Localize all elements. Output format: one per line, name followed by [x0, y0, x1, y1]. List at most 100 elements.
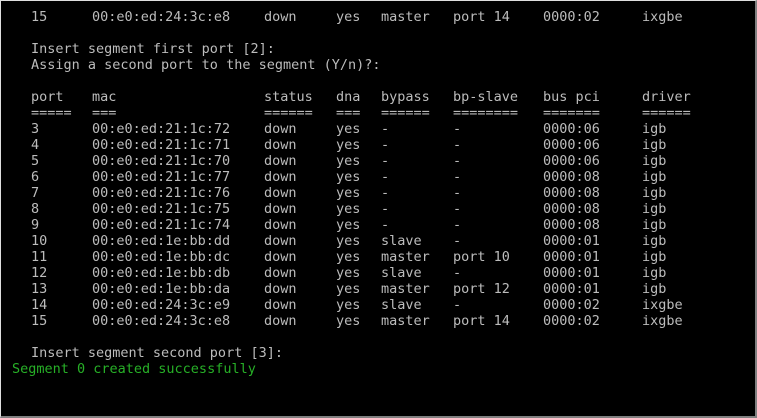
row-bp-slave: port 14 [453, 9, 510, 25]
header-bus-pci: bus pci [543, 89, 600, 105]
row-dna: yes [336, 313, 361, 329]
row-bus-pci: 0000:01 [543, 281, 600, 297]
header-status: status [264, 89, 313, 105]
row-status: down [264, 137, 297, 153]
row-status: down [264, 265, 297, 281]
assign-second-port-text: Assign a second port to the segment (Y/n… [31, 57, 381, 73]
row-status: down [264, 185, 297, 201]
row-bypass: - [381, 201, 390, 217]
terminal-screen[interactable]: 15 00:e0:ed:24:3c:e8 down yes master por… [1, 1, 756, 417]
port-table-row: 10 00:e0:ed:1e:bb:dd down yes slave - 00… [1, 233, 756, 249]
port-table-row: 15 00:e0:ed:24:3c:e8 down yes master por… [1, 313, 756, 329]
row-driver: ixgbe [642, 9, 683, 25]
row-bp-slave: - [453, 265, 462, 281]
row-status: down [264, 233, 297, 249]
row-status: down [264, 9, 297, 25]
row-port: 15 [31, 9, 48, 25]
underline-bus-pci: ======= [543, 105, 600, 121]
row-dna: yes [336, 169, 361, 185]
row-port: 5 [31, 153, 40, 169]
row-status: down [264, 217, 297, 233]
row-bypass: - [381, 185, 390, 201]
row-port: 14 [31, 297, 48, 313]
port-table-row: 7 00:e0:ed:21:1c:76 down yes - - 0000:08… [1, 185, 756, 201]
row-driver: igb [642, 233, 667, 249]
row-port: 6 [31, 169, 40, 185]
row-mac: 00:e0:ed:1e:bb:db [92, 265, 231, 281]
row-status: down [264, 169, 297, 185]
table-header: port mac status dna bypass bp-slave bus … [1, 89, 756, 105]
underline-port: ===== [31, 105, 72, 121]
row-bypass: slave [381, 297, 422, 313]
success-message-text: Segment 0 created successfully [12, 361, 256, 377]
row-status: down [264, 281, 297, 297]
row-driver: igb [642, 185, 667, 201]
table-header-underline: ===== === ====== === ====== ======== ===… [1, 105, 756, 121]
row-driver: igb [642, 249, 667, 265]
row-mac: 00:e0:ed:21:1c:76 [92, 185, 231, 201]
row-driver: ixgbe [642, 297, 683, 313]
port-table-row: 8 00:e0:ed:21:1c:75 down yes - - 0000:08… [1, 201, 756, 217]
row-bus-pci: 0000:01 [543, 249, 600, 265]
success-message: Segment 0 created successfully [1, 361, 756, 377]
row-bypass: master [381, 249, 430, 265]
row-mac: 00:e0:ed:24:3c:e8 [92, 9, 231, 25]
row-bus-pci: 0000:06 [543, 137, 600, 153]
row-driver: igb [642, 137, 667, 153]
port-table-row: 9 00:e0:ed:21:1c:74 down yes - - 0000:08… [1, 217, 756, 233]
row-driver: igb [642, 201, 667, 217]
row-bp-slave: - [453, 153, 462, 169]
row-mac: 00:e0:ed:1e:bb:dc [92, 249, 231, 265]
row-bus-pci: 0000:08 [543, 185, 600, 201]
row-port: 15 [31, 313, 48, 329]
row-port: 7 [31, 185, 40, 201]
assign-second-port-prompt: Assign a second port to the segment (Y/n… [1, 57, 756, 73]
row-port: 9 [31, 217, 40, 233]
row-bp-slave: - [453, 201, 462, 217]
row-bp-slave: port 12 [453, 281, 510, 297]
row-bus-pci: 0000:02 [543, 313, 600, 329]
underline-mac: === [92, 105, 117, 121]
port-table-row: 4 00:e0:ed:21:1c:71 down yes - - 0000:06… [1, 137, 756, 153]
row-driver: igb [642, 153, 667, 169]
header-mac: mac [92, 89, 117, 105]
row-bp-slave: - [453, 185, 462, 201]
row-bypass: slave [381, 233, 422, 249]
row-bus-pci: 0000:01 [543, 233, 600, 249]
row-dna: yes [336, 249, 361, 265]
row-bus-pci: 0000:01 [543, 265, 600, 281]
row-mac: 00:e0:ed:21:1c:74 [92, 217, 231, 233]
first-port-prompt-text: Insert segment first port [2]: [31, 41, 275, 57]
port-table-row: 5 00:e0:ed:21:1c:70 down yes - - 0000:06… [1, 153, 756, 169]
second-port-prompt-text: Insert segment second port [3]: [31, 345, 283, 361]
row-dna: yes [336, 185, 361, 201]
row-port: 11 [31, 249, 48, 265]
row-bp-slave: - [453, 137, 462, 153]
console-window: 15 00:e0:ed:24:3c:e8 down yes master por… [0, 0, 757, 418]
row-dna: yes [336, 265, 361, 281]
port-table-row: 13 00:e0:ed:1e:bb:da down yes master por… [1, 281, 756, 297]
row-bus-pci: 0000:02 [543, 297, 600, 313]
row-mac: 00:e0:ed:21:1c:71 [92, 137, 231, 153]
header-dna: dna [336, 89, 361, 105]
row-dna: yes [336, 121, 361, 137]
row-dna: yes [336, 281, 361, 297]
row-bypass: - [381, 217, 390, 233]
row-mac: 00:e0:ed:21:1c:70 [92, 153, 231, 169]
header-bp-slave: bp-slave [453, 89, 519, 105]
second-port-prompt: Insert segment second port [3]: [1, 345, 756, 361]
row-bypass: master [381, 281, 430, 297]
row-status: down [264, 249, 297, 265]
port-table-row: 11 00:e0:ed:1e:bb:dc down yes master por… [1, 249, 756, 265]
row-dna: yes [336, 233, 361, 249]
row-dna: yes [336, 9, 361, 25]
row-status: down [264, 121, 297, 137]
row-port: 13 [31, 281, 48, 297]
header-bypass: bypass [381, 89, 430, 105]
row-bus-pci: 0000:08 [543, 217, 600, 233]
row-bp-slave: port 10 [453, 249, 510, 265]
row-driver: igb [642, 169, 667, 185]
row-mac: 00:e0:ed:1e:bb:dd [92, 233, 231, 249]
row-port: 3 [31, 121, 40, 137]
row-port: 4 [31, 137, 40, 153]
